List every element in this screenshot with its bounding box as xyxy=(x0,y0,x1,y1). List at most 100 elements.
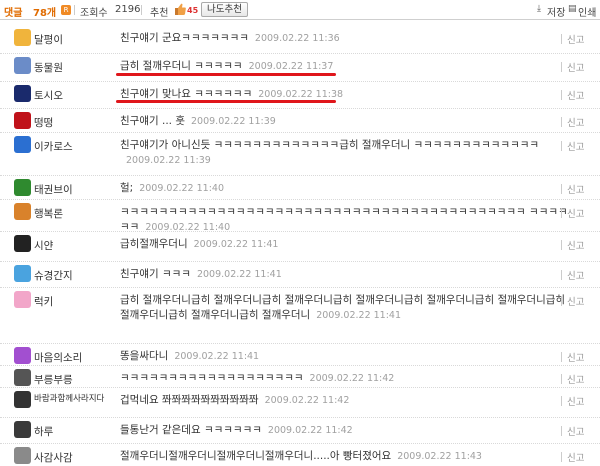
comment-date: 2009.02.22 11:41 xyxy=(316,310,402,321)
report-link[interactable]: 신고 xyxy=(567,350,584,364)
report-link[interactable]: 신고 xyxy=(567,182,584,196)
divider xyxy=(561,141,562,151)
report-link[interactable]: 신고 xyxy=(567,394,584,408)
comment-body: 친구얘기 맞나요 ㅋㅋㅋㅋㅋㅋ xyxy=(120,88,253,100)
comment-date: 2009.02.22 11:41 xyxy=(196,269,282,280)
report-link[interactable]: 신고 xyxy=(567,450,584,464)
comment-date: 2009.02.22 11:38 xyxy=(258,89,344,100)
commenter-nickname[interactable]: 떵떵 xyxy=(34,115,53,130)
rss-icon[interactable]: R xyxy=(61,5,71,15)
lips-icon[interactable] xyxy=(14,112,31,129)
save-icon[interactable]: ⤓ xyxy=(537,4,541,14)
comment-row: 떵떵 친구얘기 ... 훗 2009.02.22 11:39 신고 xyxy=(0,109,600,133)
report-link[interactable]: 신고 xyxy=(567,60,584,74)
comment-toolbar: 댓글 78개 R 조회수 2196 추천 45 나도추천 ⤓ 저장 ▤ 인쇄 xyxy=(0,0,600,20)
report-link[interactable]: 신고 xyxy=(567,88,584,102)
comment-text: 친구얘기 ... 훗 2009.02.22 11:39 xyxy=(120,114,575,129)
comment-row: 하루 들통난거 같은데요 ㅋㅋㅋㅋㅋㅋ 2009.02.22 11:42 신고 xyxy=(0,418,600,444)
comment-text: 겁먹네요 쫘쫘쫘쫘쫘쫘쫘쫘쫘쫘 2009.02.22 11:42 xyxy=(120,393,575,408)
report-link[interactable]: 신고 xyxy=(567,139,584,153)
comment-text: ㅋㅋㅋㅋㅋㅋㅋㅋㅋㅋㅋㅋㅋㅋㅋㅋㅋㅋㅋㅋㅋㅋㅋㅋㅋㅋㅋㅋㅋㅋㅋㅋㅋㅋㅋㅋㅋㅋㅋㅋ… xyxy=(120,205,575,235)
comment-row: 행복론 ㅋㅋㅋㅋㅋㅋㅋㅋㅋㅋㅋㅋㅋㅋㅋㅋㅋㅋㅋㅋㅋㅋㅋㅋㅋㅋㅋㅋㅋㅋㅋㅋㅋㅋㅋㅋㅋ… xyxy=(0,200,600,235)
music-note-icon[interactable] xyxy=(14,136,31,153)
figure-icon[interactable] xyxy=(14,391,31,408)
comment-text: 친구얘기 ㅋㅋㅋ 2009.02.22 11:41 xyxy=(120,267,575,282)
commenter-nickname[interactable]: 마음의소리 xyxy=(34,350,82,365)
reply-count: 78개 xyxy=(33,8,57,19)
face-icon[interactable] xyxy=(14,447,31,464)
comment-row: 시얀 급히절깨우더니 2009.02.22 11:41 신고 xyxy=(0,232,600,262)
report-link[interactable]: 신고 xyxy=(567,294,584,308)
report-link[interactable]: 신고 xyxy=(567,268,584,282)
comment-text: 들통난거 같은데요 ㅋㅋㅋㅋㅋㅋ 2009.02.22 11:42 xyxy=(120,423,575,438)
comment-body: 급히절깨우더니 xyxy=(120,238,188,250)
comment-date: 2009.02.22 11:42 xyxy=(309,373,395,384)
snowflake-icon[interactable] xyxy=(14,265,31,282)
commenter-nickname[interactable]: 토시오 xyxy=(34,88,63,103)
recommend-label: 추천 xyxy=(150,8,169,19)
rabbit-icon[interactable] xyxy=(14,291,31,308)
commenter-nickname[interactable]: 부릉부릉 xyxy=(34,372,73,387)
comment-text: ㅋㅋㅋㅋㅋㅋㅋㅋㅋㅋㅋㅋㅋㅋㅋㅋㅋㅋㅋ 2009.02.22 11:42 xyxy=(120,371,575,386)
comment-body: 헐; xyxy=(120,182,134,194)
divider xyxy=(561,117,562,127)
divider xyxy=(561,208,562,218)
comment-row: 바람과함께사라지다 겁먹네요 쫘쫘쫘쫘쫘쫘쫘쫘쫘쫘 2009.02.22 11:42… xyxy=(0,388,600,418)
divider xyxy=(74,5,75,15)
comment-text: 친구얘기 군요ㅋㅋㅋㅋㅋㅋㅋ 2009.02.22 11:36 xyxy=(120,31,575,46)
commenter-nickname[interactable]: 달평이 xyxy=(34,32,63,47)
commenter-nickname[interactable]: 이카로스 xyxy=(34,139,73,154)
phone-icon[interactable] xyxy=(14,57,31,74)
commenter-nickname[interactable]: 행복론 xyxy=(34,206,63,221)
comment-body: 친구얘기 ... 훗 xyxy=(120,115,185,127)
boy-face-icon[interactable] xyxy=(14,203,31,220)
comment-text: 급히절깨우더니 2009.02.22 11:41 xyxy=(120,237,575,252)
car-icon[interactable] xyxy=(14,369,31,386)
comment-row: 태권브이 헐; 2009.02.22 11:40 신고 xyxy=(0,176,600,200)
report-link[interactable]: 신고 xyxy=(567,206,584,220)
commenter-nickname[interactable]: 슈경간지 xyxy=(34,268,73,283)
highlight-underline xyxy=(116,100,336,103)
text-badge-icon[interactable] xyxy=(14,179,31,196)
print-icon[interactable]: ▤ xyxy=(568,4,577,14)
comment-text: 똥을싸다니 2009.02.22 11:41 xyxy=(120,349,575,364)
commenter-nickname[interactable]: 동물원 xyxy=(34,60,63,75)
comment-row: 슈경간지 친구얘기 ㅋㅋㅋ 2009.02.22 11:41 신고 xyxy=(0,262,600,288)
comment-body: 절깨우더니절깨우더니절깨우더니절깨우더니.....아 빵터졌어요 xyxy=(120,450,392,462)
recommend-button[interactable]: 나도추천 xyxy=(201,2,248,17)
commenter-nickname[interactable]: 럭키 xyxy=(34,294,53,309)
commenter-nickname[interactable]: 시얀 xyxy=(34,238,53,253)
comment-date: 2009.02.22 11:37 xyxy=(248,61,334,72)
comment-date: 2009.02.22 11:40 xyxy=(139,183,224,194)
report-link[interactable]: 신고 xyxy=(567,424,584,438)
divider xyxy=(561,296,562,306)
commenter-nickname[interactable]: 바람과함께사라지다 xyxy=(34,394,114,405)
comment-body: 똥을싸다니 xyxy=(120,350,169,362)
comment-date: 2009.02.22 11:43 xyxy=(397,451,482,462)
silhouette-icon[interactable] xyxy=(14,235,31,252)
comment-body: 친구얘기가 아니신듯 ㅋㅋㅋㅋㅋㅋㅋㅋㅋㅋㅋㅋㅋ급히 절깨우더니 ㅋㅋㅋㅋㅋㅋㅋ… xyxy=(120,139,540,151)
divider xyxy=(561,240,562,250)
comment-row: 사감사감 절깨우더니절깨우더니절깨우더니절깨우더니.....아 빵터졌어요 2009… xyxy=(0,444,600,466)
commenter-nickname[interactable]: 사감사감 xyxy=(34,450,73,465)
divider xyxy=(561,34,562,44)
comment-date: 2009.02.22 11:36 xyxy=(254,33,340,44)
print-link[interactable]: 인쇄 xyxy=(578,4,596,19)
report-link[interactable]: 신고 xyxy=(567,115,584,129)
ghost-icon[interactable] xyxy=(14,85,31,102)
paw-icon[interactable] xyxy=(14,421,31,438)
report-link[interactable]: 신고 xyxy=(567,32,584,46)
smile-face-icon[interactable] xyxy=(14,29,31,46)
report-link[interactable]: 신고 xyxy=(567,238,584,252)
report-link[interactable]: 신고 xyxy=(567,372,584,386)
comment-date: 2009.02.22 11:39 xyxy=(191,116,276,127)
divider xyxy=(561,452,562,462)
divider xyxy=(561,396,562,406)
save-link[interactable]: 저장 xyxy=(547,4,565,19)
reply-label: 댓글 xyxy=(4,8,23,19)
comment-date: 2009.02.22 11:41 xyxy=(193,239,279,250)
purple-bubble-icon[interactable] xyxy=(14,347,31,364)
comment-body: 들통난거 같은데요 ㅋㅋㅋㅋㅋㅋ xyxy=(120,424,262,436)
commenter-nickname[interactable]: 태권브이 xyxy=(34,182,73,197)
commenter-nickname[interactable]: 하루 xyxy=(34,424,53,439)
